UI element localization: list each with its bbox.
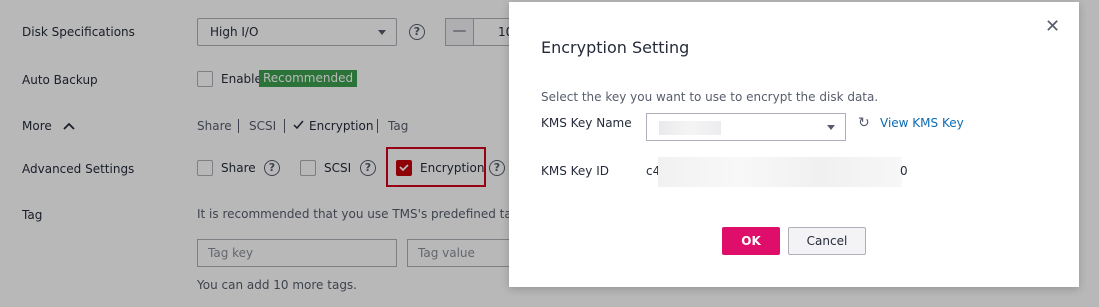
ok-button[interactable]: OK	[722, 227, 780, 255]
cancel-button[interactable]: Cancel	[788, 227, 866, 255]
redacted-key-name	[659, 121, 721, 135]
redacted-key-id	[658, 157, 902, 187]
kms-key-id-label: KMS Key ID	[541, 164, 610, 178]
view-kms-key-link[interactable]: View KMS Key	[880, 116, 964, 130]
kms-key-id-end: 0	[900, 164, 908, 178]
encryption-dialog: Encryption Setting ✕ Select the key you …	[509, 2, 1079, 287]
refresh-icon[interactable]: ↻	[858, 115, 870, 131]
caret-down-icon	[827, 125, 835, 130]
close-icon[interactable]: ✕	[1045, 18, 1060, 36]
dialog-hint: Select the key you want to use to encryp…	[541, 90, 879, 104]
kms-key-name-label: KMS Key Name	[541, 116, 632, 130]
kms-key-name-select[interactable]	[646, 113, 846, 141]
dialog-title: Encryption Setting	[541, 38, 690, 57]
